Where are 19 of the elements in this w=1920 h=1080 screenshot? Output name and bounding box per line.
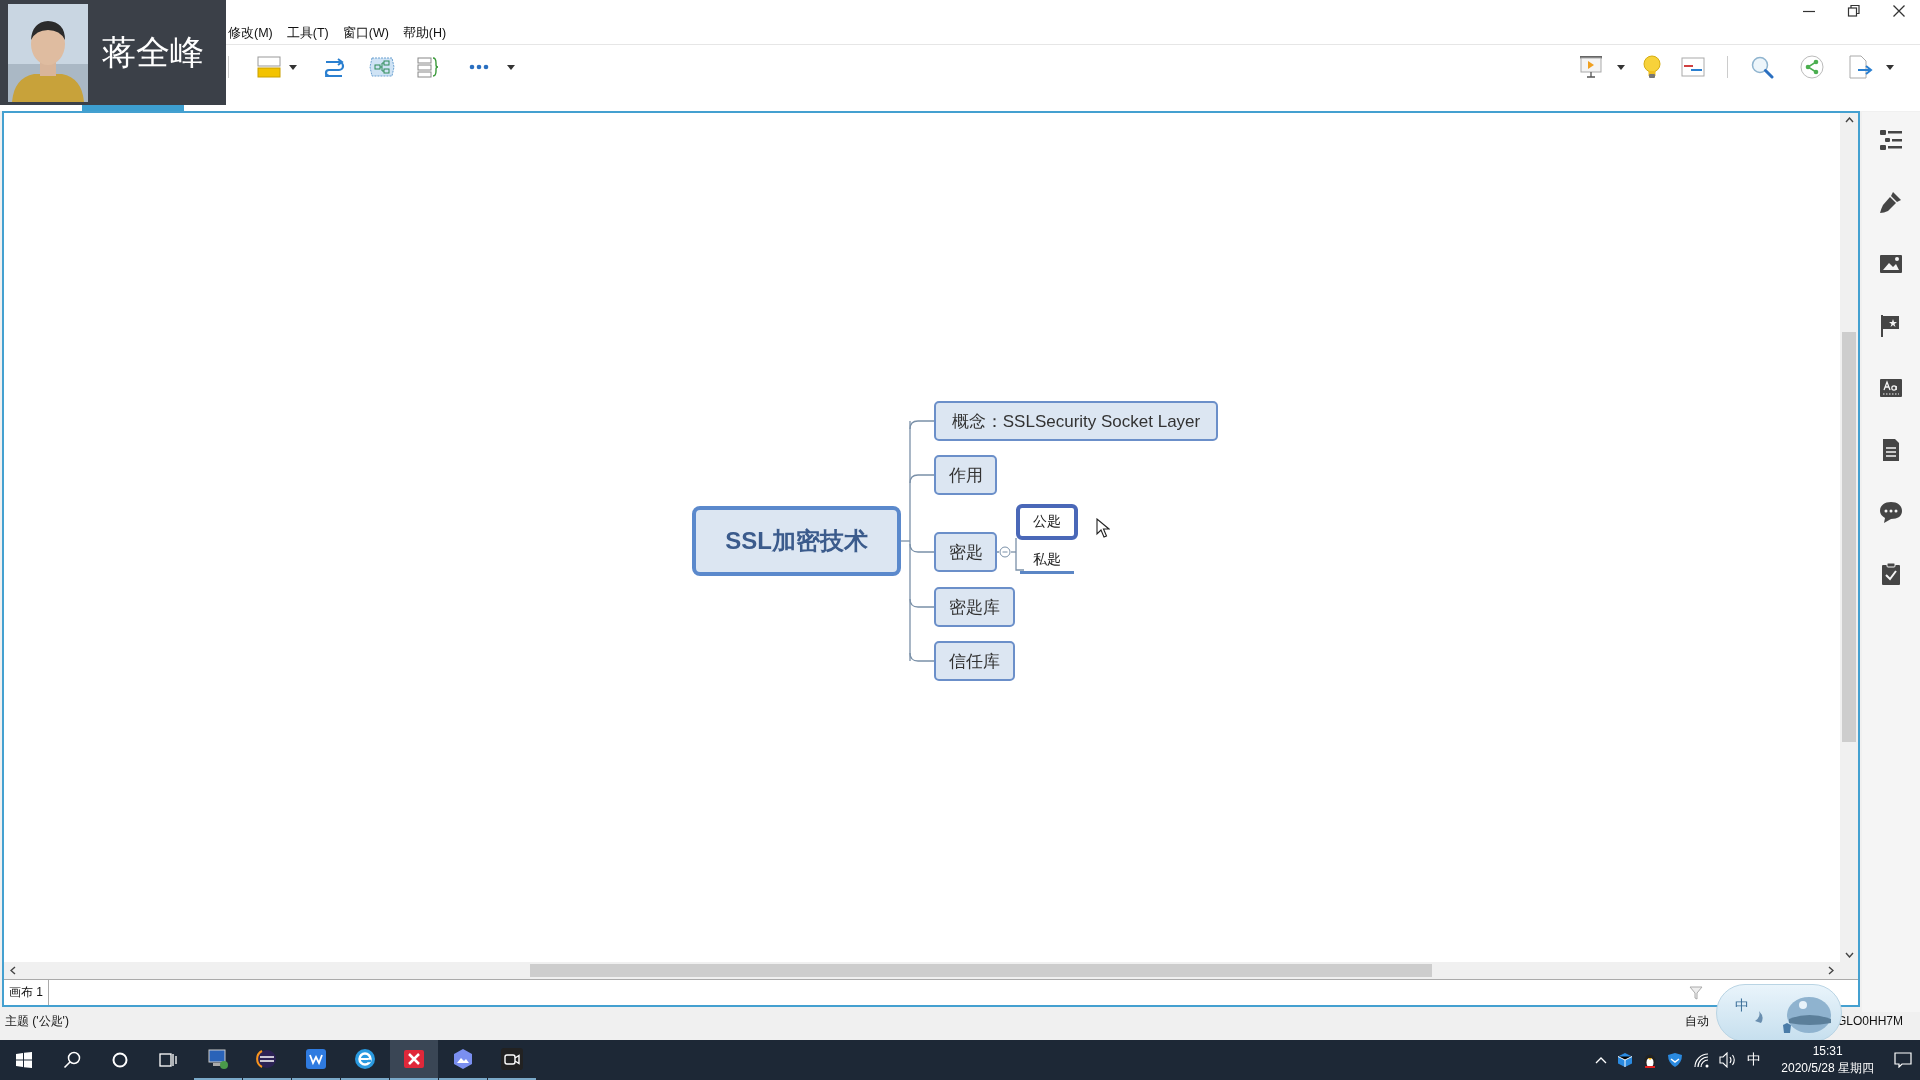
- clock-time[interactable]: 15:31: [1812, 1043, 1843, 1060]
- ime-mode-label[interactable]: 中: [1735, 997, 1749, 1015]
- topic-node[interactable]: 公匙: [1016, 504, 1078, 540]
- topic-node[interactable]: 密匙: [934, 532, 997, 572]
- menu-item[interactable]: 窗口(W): [342, 24, 389, 42]
- topic-node[interactable]: 密匙库: [934, 587, 1015, 627]
- clock-date[interactable]: 2020/5/28 星期四: [1781, 1060, 1874, 1077]
- input-mode-indicator[interactable]: 中: [1747, 1051, 1762, 1069]
- topic-node[interactable]: 概念：SSLSecurity Socket Layer: [934, 401, 1218, 441]
- status-text: 主题 ('公匙'): [5, 1012, 69, 1030]
- status-text: 自动: [1684, 1012, 1709, 1030]
- menu-item[interactable]: 修改(M): [228, 24, 273, 42]
- menu-item[interactable]: 工具(T): [286, 24, 329, 42]
- topic-node[interactable]: 作用: [934, 455, 997, 495]
- presenter-name: 蒋全峰: [102, 30, 204, 74]
- topic-node[interactable]: 信任库: [934, 641, 1015, 681]
- menu-item[interactable]: 帮助(H): [402, 24, 447, 42]
- topic-node[interactable]: SSL加密技术: [692, 506, 901, 576]
- topic-node[interactable]: 私匙: [1020, 548, 1074, 574]
